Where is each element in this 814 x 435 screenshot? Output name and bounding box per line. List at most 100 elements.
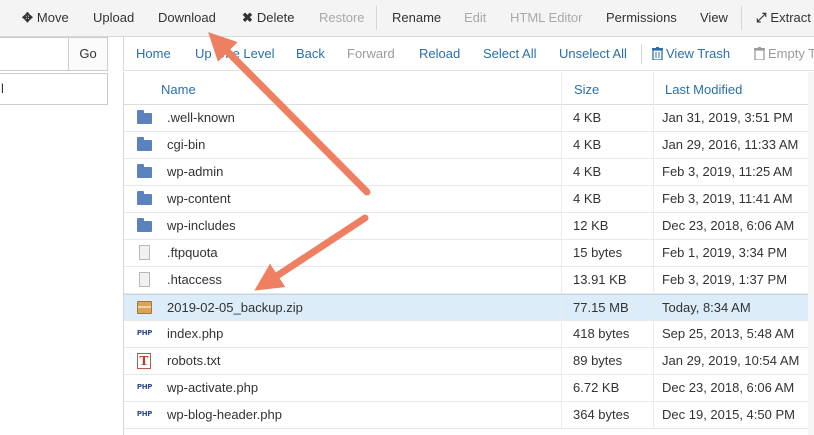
edit-button[interactable]: Edit — [464, 0, 486, 36]
file-size: 4 KB — [573, 191, 602, 206]
trash-icon — [652, 47, 663, 61]
upload-button[interactable]: Upload — [93, 0, 134, 36]
directory-tree[interactable]: l — [0, 73, 108, 105]
extract-icon: ⤢ — [756, 10, 767, 25]
table-row[interactable]: cgi-bin 4 KB Jan 29, 2016, 11:33 AM — [124, 132, 814, 159]
file-name[interactable]: wp-activate.php — [167, 375, 258, 401]
folder-icon — [137, 137, 152, 151]
column-divider — [561, 321, 562, 347]
empty-trash-button[interactable]: Empty T — [754, 37, 814, 71]
table-row[interactable]: .ftpquota 15 bytes Feb 1, 2019, 3:34 PM — [124, 240, 814, 267]
file-name[interactable]: .ftpquota — [167, 240, 218, 266]
column-divider — [561, 213, 562, 239]
file-modified: Jan 29, 2019, 10:54 AM — [662, 353, 800, 368]
file-size: 4 KB — [573, 110, 602, 125]
back-button[interactable]: Back — [296, 37, 325, 71]
column-divider — [561, 72, 562, 105]
folder-icon — [137, 164, 152, 178]
column-divider — [561, 375, 562, 401]
move-button[interactable]: ✥ Move — [22, 0, 69, 36]
file-modified: Jan 31, 2019, 3:51 PM — [662, 110, 793, 125]
column-divider — [561, 186, 562, 212]
column-divider — [653, 402, 654, 428]
file-size: 6.72 KB — [573, 380, 620, 395]
file-icon — [139, 245, 150, 260]
scrollbar[interactable] — [808, 72, 814, 435]
file-name[interactable]: cgi-bin — [167, 132, 205, 158]
file-name[interactable]: wp-blog-header.php — [167, 402, 282, 428]
up-one-level-button[interactable]: Up One Level — [195, 37, 275, 71]
column-header-last-modified[interactable]: Last Modified — [665, 72, 742, 105]
toolbar-divider — [741, 6, 742, 30]
rename-button[interactable]: Rename — [392, 0, 441, 36]
column-divider — [653, 375, 654, 401]
file-modified: Feb 3, 2019, 1:37 PM — [662, 272, 788, 287]
file-rows: .well-known 4 KB Jan 31, 2019, 3:51 PM cgi-… — [124, 105, 814, 429]
table-header: Name Size Last Modified — [124, 72, 814, 105]
table-row[interactable]: wp-content 4 KB Feb 3, 2019, 11:41 AM — [124, 186, 814, 213]
table-row[interactable]: .well-known 4 KB Jan 31, 2019, 3:51 PM — [124, 105, 814, 132]
html-editor-button[interactable]: HTML Editor — [510, 0, 582, 36]
file-name[interactable]: 2019-02-05_backup.zip — [167, 295, 303, 321]
row-icon-cell: PHP — [136, 402, 154, 428]
file-size: 364 bytes — [573, 407, 630, 422]
tree-item-label: l — [1, 81, 4, 96]
file-icon — [139, 272, 150, 287]
delete-label: Delete — [256, 10, 295, 25]
file-modified: Dec 23, 2018, 6:06 AM — [662, 380, 795, 395]
row-icon-cell — [136, 267, 154, 293]
folder-icon — [137, 218, 152, 232]
file-modified: Feb 1, 2019, 3:34 PM — [662, 245, 788, 260]
file-size: 4 KB — [573, 164, 602, 179]
table-row[interactable]: wp-admin 4 KB Feb 3, 2019, 11:25 AM — [124, 159, 814, 186]
file-name[interactable]: index.php — [167, 321, 223, 347]
table-row[interactable]: PHP wp-activate.php 6.72 KB Dec 23, 2018, 6… — [124, 375, 814, 402]
unselect-all-button[interactable]: Unselect All — [559, 37, 627, 71]
column-divider — [653, 159, 654, 185]
php-icon: PHP — [136, 329, 153, 337]
restore-button[interactable]: Restore — [319, 0, 365, 36]
extract-button[interactable]: ⤢ Extract — [756, 0, 811, 36]
view-button[interactable]: View — [700, 0, 728, 36]
file-name[interactable]: wp-content — [167, 186, 231, 212]
file-name[interactable]: .well-known — [167, 105, 235, 131]
php-icon: PHP — [136, 410, 153, 418]
file-size: 15 bytes — [573, 245, 623, 260]
permissions-button[interactable]: Permissions — [606, 0, 677, 36]
select-all-button[interactable]: Select All — [483, 37, 536, 71]
column-divider — [561, 132, 562, 158]
table-row[interactable]: .htaccess 13.91 KB Feb 3, 2019, 1:37 PM — [124, 267, 814, 294]
row-icon-cell: PHP — [136, 375, 154, 401]
path-input[interactable] — [0, 37, 69, 71]
view-trash-button[interactable]: View Trash — [652, 37, 730, 71]
file-name[interactable]: .htaccess — [167, 267, 222, 293]
row-icon-cell: T — [136, 348, 154, 374]
table-row[interactable]: PHP index.php 418 bytes Sep 25, 2013, 5:48 … — [124, 321, 814, 348]
file-name[interactable]: wp-admin — [167, 159, 223, 185]
file-size: 418 bytes — [573, 326, 630, 341]
forward-button[interactable]: Forward — [347, 37, 395, 71]
table-row[interactable]: 2019-02-05_backup.zip 77.15 MB Today, 8:34… — [124, 294, 814, 321]
file-modified: Jan 29, 2016, 11:33 AM — [662, 137, 799, 152]
home-button[interactable]: Home — [136, 37, 171, 71]
column-divider — [653, 186, 654, 212]
column-header-name[interactable]: Name — [161, 72, 196, 105]
file-size: 13.91 KB — [573, 272, 627, 287]
column-divider — [653, 105, 654, 131]
move-icon: ✥ — [22, 10, 33, 25]
reload-button[interactable]: Reload — [419, 37, 460, 71]
row-icon-cell — [136, 105, 154, 131]
column-divider — [561, 159, 562, 185]
file-name[interactable]: wp-includes — [167, 213, 236, 239]
table-row[interactable]: Trobots.txt 89 bytes Jan 29, 2019, 10:54 A… — [124, 348, 814, 375]
column-divider — [561, 402, 562, 428]
view-trash-label: View Trash — [666, 46, 731, 61]
column-header-size[interactable]: Size — [574, 72, 599, 105]
toolbar: ✥ Move Upload Download ✖ Delete Restore Re… — [0, 0, 814, 37]
delete-button[interactable]: ✖ Delete — [242, 0, 294, 36]
go-button[interactable]: Go — [68, 37, 108, 71]
table-row[interactable]: PHP wp-blog-header.php 364 bytes Dec 19, 20… — [124, 402, 814, 429]
download-button[interactable]: Download — [158, 0, 216, 36]
file-name[interactable]: robots.txt — [167, 348, 220, 374]
table-row[interactable]: wp-includes 12 KB Dec 23, 2018, 6:06 AM — [124, 213, 814, 240]
